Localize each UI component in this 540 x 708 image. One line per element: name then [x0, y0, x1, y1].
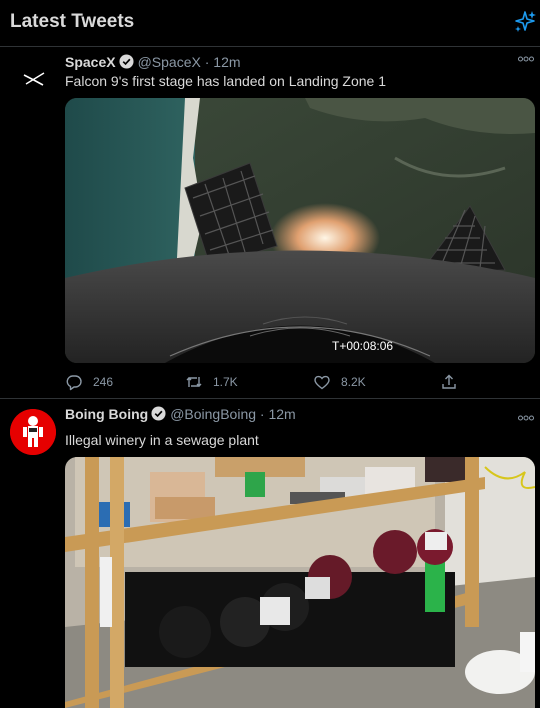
- retweet-count: 1.7K: [213, 375, 238, 389]
- media-overlay-timer: T+00:08:06: [332, 339, 394, 353]
- winery-shelf-image: [65, 457, 535, 708]
- timestamp[interactable]: 12m: [268, 406, 295, 422]
- tweet-header: Boing Boing @BoingBoing · 12m: [65, 404, 296, 424]
- reply-count: 246: [93, 375, 114, 389]
- tweet[interactable]: SpaceX @SpaceX · 12m Falcon 9's first sta…: [0, 48, 540, 399]
- spacex-logo-icon: [10, 55, 56, 101]
- timestamp[interactable]: 12m: [213, 54, 240, 70]
- tweet[interactable]: Boing Boing @BoingBoing · 12m Illegal win…: [0, 400, 540, 708]
- heart-icon: [314, 375, 330, 390]
- tweet-actions: 246 1.7K 8.2K: [65, 372, 465, 392]
- tweet-header: SpaceX @SpaceX · 12m: [65, 52, 241, 72]
- author-handle[interactable]: @BoingBoing: [170, 406, 256, 422]
- sparkle-icon[interactable]: [512, 9, 538, 35]
- tweet-text: Falcon 9's first stage has landed on Lan…: [65, 73, 386, 89]
- like-button[interactable]: 8.2K: [313, 372, 366, 392]
- verified-badge-icon: [119, 54, 134, 69]
- rocket-landing-image: [65, 98, 535, 363]
- author-handle[interactable]: @SpaceX: [138, 54, 201, 70]
- author-name[interactable]: Boing Boing: [65, 406, 148, 422]
- avatar[interactable]: [10, 409, 56, 455]
- reply-icon: [66, 375, 82, 391]
- author-name[interactable]: SpaceX: [65, 54, 116, 70]
- more-options-icon[interactable]: [518, 56, 534, 62]
- boingboing-logo-icon: [10, 409, 56, 455]
- share-icon: [442, 374, 456, 389]
- verified-badge-icon: [151, 406, 166, 421]
- page-title: Latest Tweets: [10, 11, 135, 32]
- reply-button[interactable]: 246: [65, 372, 113, 392]
- more-options-icon[interactable]: [518, 415, 534, 421]
- tweet-media[interactable]: T+00:08:06: [65, 98, 535, 363]
- tweet-text: Illegal winery in a sewage plant: [65, 432, 259, 448]
- retweet-button[interactable]: 1.7K: [185, 372, 238, 392]
- avatar[interactable]: [10, 55, 56, 101]
- separator-dot: ·: [259, 406, 265, 422]
- retweet-icon: [186, 377, 202, 387]
- header: Latest Tweets: [0, 0, 540, 47]
- tweet-media[interactable]: [65, 457, 535, 708]
- share-button[interactable]: [440, 372, 468, 392]
- separator-dot: ·: [204, 54, 210, 70]
- like-count: 8.2K: [341, 375, 366, 389]
